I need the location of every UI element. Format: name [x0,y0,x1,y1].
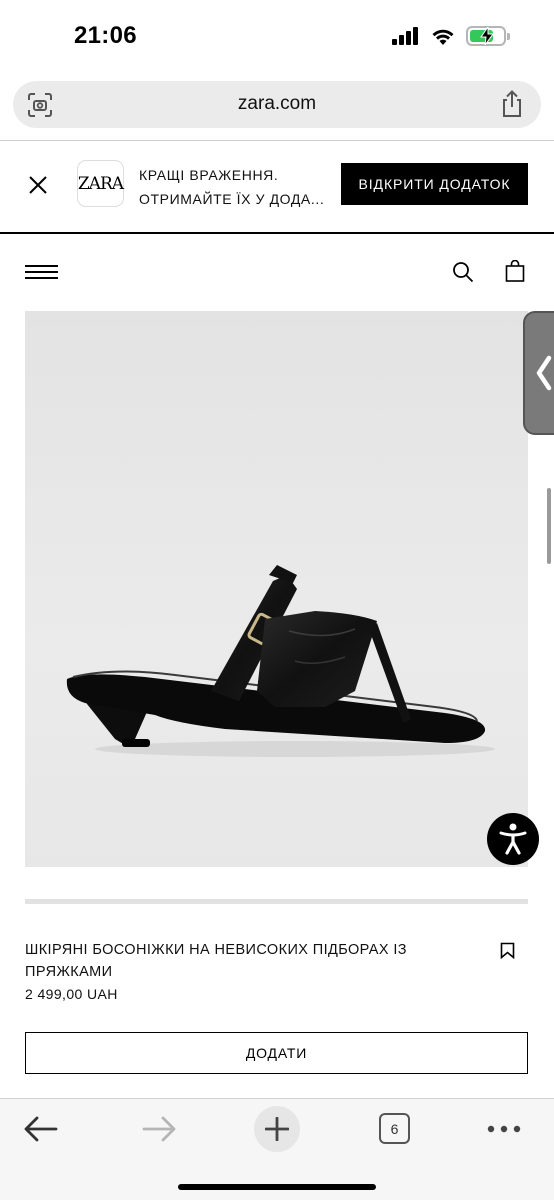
tab-count: 6 [390,1120,399,1137]
browser-toolbar: 6 [0,1098,554,1200]
image-carousel-progress [25,899,528,904]
url-text[interactable]: zara.com [13,93,541,115]
new-tab-button[interactable] [254,1106,300,1152]
close-icon[interactable] [26,173,50,197]
app-logo-text: ZARA [77,173,124,194]
scroll-indicator[interactable] [547,488,551,564]
accessibility-button[interactable] [487,813,539,865]
banner-line-1: КРАЩІ ВРАЖЕННЯ. [139,167,279,183]
tabs-button[interactable]: 6 [379,1113,410,1144]
page: 21:06 zara.com ZARA КРАЩІ ВРАЖЕННЯ. ОТРИ… [0,0,554,1200]
app-logo: ZARA [77,160,124,207]
arrow-right-icon[interactable] [141,1115,177,1143]
search-icon[interactable] [452,261,474,283]
share-icon[interactable] [499,90,525,118]
wifi-icon [432,29,454,45]
arrow-left-icon[interactable] [23,1115,59,1143]
battery-charging-icon [466,26,510,46]
home-indicator [178,1184,376,1190]
status-time: 21:06 [74,22,137,49]
sandal-illustration [66,565,495,757]
status-bar: 21:06 [0,0,554,72]
product-title: ШКІРЯНІ БОСОНІЖКИ НА НЕВИСОКИХ ПІДБОРАХ … [25,942,407,980]
chevron-left-icon [536,355,552,391]
more-dots-icon[interactable] [487,1125,521,1133]
accessibility-icon [499,823,527,855]
signal-icon [392,27,418,45]
hamburger-icon[interactable] [25,265,58,279]
banner-text: КРАЩІ ВРАЖЕННЯ. ОТРИМАЙТЕ ЇХ У ДОДА... [139,163,324,211]
add-to-cart-button[interactable]: ДОДАТИ [25,1032,528,1074]
site-header [0,234,554,308]
bolt-icon [480,27,494,45]
plus-icon [265,1117,289,1141]
banner-line-2: ОТРИМАЙТЕ ЇХ У ДОДА... [139,191,325,207]
shopping-bag-icon[interactable] [505,260,525,282]
open-app-button[interactable]: ВІДКРИТИ ДОДАТОК [341,163,528,205]
status-icons [392,26,510,46]
address-bar[interactable]: zara.com [13,81,541,128]
side-panel-tab[interactable] [523,311,554,435]
bookmark-icon[interactable] [500,942,515,959]
product-image[interactable] [25,311,528,867]
product-price: 2 499,00 UAH [25,986,118,1002]
app-banner: ZARA КРАЩІ ВРАЖЕННЯ. ОТРИМАЙТЕ ЇХ У ДОДА… [0,141,554,232]
